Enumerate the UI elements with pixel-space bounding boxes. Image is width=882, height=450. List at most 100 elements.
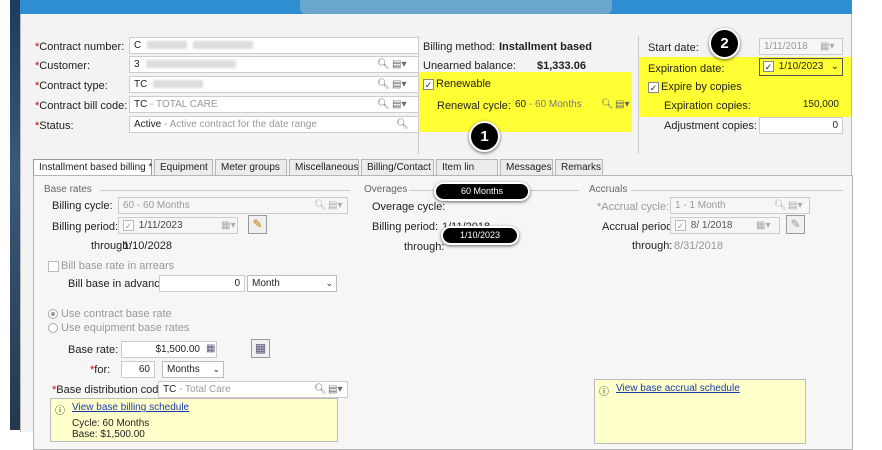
accrual-through-value: 8/31/2018 — [674, 240, 723, 252]
bill-in-advance-field[interactable]: 0 — [159, 275, 245, 292]
check-icon: ✓ — [763, 61, 774, 72]
search-icon[interactable]: 🔍︎ — [601, 99, 614, 110]
contract-bill-code-label: *Contract bill code: — [35, 100, 128, 112]
search-icon[interactable]: 🔍︎ — [774, 200, 787, 211]
contract-type-field[interactable]: TC — [129, 76, 419, 93]
adjustment-copies-label: Adjustment copies: — [664, 120, 757, 132]
billing-period-label: Billing period: — [52, 221, 119, 233]
expiration-copies-label: Expiration copies: — [664, 100, 751, 112]
view-base-billing-schedule-link[interactable]: View base billing schedule — [72, 402, 189, 413]
contract-bill-code-field[interactable]: TC - TOTAL CARE — [129, 96, 419, 113]
lookup-menu-icon[interactable]: ▤▾ — [615, 99, 629, 110]
lookup-menu-icon[interactable]: ▤▾ — [788, 200, 802, 211]
calendar-icon[interactable]: ▦▾ — [820, 41, 834, 52]
check-icon: ✓ — [648, 81, 659, 93]
overage-billing-period-label: Billing period: — [372, 221, 439, 233]
billing-period-field[interactable]: ✓ 1/11/2023 — [118, 217, 238, 234]
search-icon[interactable]: 🔍︎ — [396, 119, 409, 130]
adjustment-copies-field[interactable]: 0 — [759, 117, 843, 134]
search-icon[interactable]: 🔍︎ — [314, 200, 327, 211]
search-icon[interactable]: 🔍︎ — [377, 99, 390, 110]
through-value: 1/10/2028 — [123, 240, 172, 252]
lookup-menu-icon[interactable]: ▤▾ — [392, 59, 406, 70]
base-distribution-code-label: *Base distribution code: — [52, 384, 168, 396]
expire-by-copies-checkbox[interactable]: ✓ Expire by copies — [648, 81, 742, 93]
calendar-icon[interactable]: ▦▾ — [756, 220, 770, 231]
calculator-icon[interactable]: ▦ — [206, 343, 215, 354]
billing-cycle-label: Billing cycle: — [52, 200, 113, 212]
search-icon[interactable]: 🔍︎ — [314, 384, 327, 395]
use-contract-base-rate-radio[interactable]: Use contract base rate — [48, 308, 172, 320]
accruals-title: Accruals — [589, 184, 628, 195]
contract-type-label: *Contract type: — [35, 80, 108, 92]
tab-installment-based-billing[interactable]: Installment based billing * — [33, 159, 152, 176]
check-icon: ✓ — [123, 220, 134, 231]
overages-title: Overages — [364, 184, 408, 195]
accrual-cycle-label: *Accrual cycle: — [597, 201, 670, 213]
overage-cycle-label: Overage cycle: — [372, 201, 446, 213]
expiration-date-field[interactable]: ✓ 1/10/2023 ⌄ — [759, 58, 843, 76]
info-icon: ⓘ — [55, 406, 65, 417]
callout-marker-1: 1 — [469, 121, 500, 152]
start-date-label: Start date: — [648, 42, 699, 54]
tab-messages[interactable]: Messages — [500, 159, 553, 175]
section-divider — [631, 190, 843, 191]
base-billing-schedule-box: ⓘ View base billing schedule Cycle: 60 M… — [50, 398, 338, 442]
base-rate-field[interactable]: $1,500.00 — [121, 341, 217, 358]
search-icon[interactable]: 🔍︎ — [377, 59, 390, 70]
bill-in-advance-label: Bill base in advance: — [68, 278, 169, 290]
unearned-balance-value: $1,333.06 — [537, 60, 586, 72]
accrual-through-label: through: — [632, 240, 673, 252]
billing-method-label: Billing method: — [423, 41, 496, 53]
chevron-down-icon: ⌄ — [212, 364, 220, 374]
lookup-menu-icon[interactable]: ▤▾ — [328, 200, 342, 211]
section-divider — [100, 190, 350, 191]
status-field[interactable]: Active - Active contract for the date ra… — [129, 116, 419, 133]
calendar-icon[interactable]: ▦▾ — [221, 220, 235, 231]
for-unit-select[interactable]: Months ⌄ — [162, 361, 224, 378]
tab-meter-groups[interactable]: Meter groups — [215, 159, 287, 175]
base-rate-label: Base rate: — [68, 344, 119, 356]
view-base-accrual-schedule-link[interactable]: View base accrual schedule — [616, 383, 740, 394]
customer-field[interactable]: 3 — [129, 56, 419, 73]
overage-through-label: through: — [404, 241, 445, 253]
background-window-edge — [10, 0, 20, 430]
contract-window: *Contract number: C *Customer: 3 🔍︎ ▤▾ *… — [20, 14, 853, 450]
renewal-cycle-label: Renewal cycle: — [437, 100, 511, 112]
chevron-down-icon[interactable]: ⌄ — [831, 61, 839, 72]
unearned-balance-label: Unearned balance: — [423, 60, 516, 72]
lookup-menu-icon[interactable]: ▤▾ — [392, 79, 406, 90]
customer-label: *Customer: — [35, 60, 91, 72]
status-label: *Status: — [35, 120, 74, 132]
for-field[interactable]: 60 — [121, 361, 155, 378]
lookup-menu-icon[interactable]: ▤▾ — [392, 99, 406, 110]
lookup-menu-icon[interactable]: ▤▾ — [328, 384, 342, 395]
edit-pencil-icon[interactable]: ✎ — [786, 215, 805, 234]
edit-pencil-icon[interactable]: ✎ — [248, 215, 267, 234]
tab-equipment[interactable]: Equipment — [154, 159, 213, 175]
overage-cycle-value: 60 Months — [434, 182, 530, 201]
renewable-checkbox[interactable]: ✓ Renewable — [423, 78, 491, 90]
bill-in-arrears-checkbox[interactable]: Bill base rate in arrears — [48, 260, 174, 272]
overage-through-value: 1/10/2023 — [441, 226, 519, 245]
schedule-base-text: Base: $1,500.00 — [72, 429, 145, 440]
billing-method-value: Installment based — [499, 41, 592, 53]
base-accrual-schedule-box: ⓘ View base accrual schedule — [594, 379, 806, 444]
for-label: *for: — [90, 364, 111, 376]
accrual-period-label: Accrual period: — [602, 221, 676, 233]
contract-number-field[interactable]: C — [129, 37, 419, 54]
contract-number-label: *Contract number: — [35, 41, 125, 53]
info-icon: ⓘ — [599, 387, 609, 398]
use-equipment-base-rates-radio[interactable]: Use equipment base rates — [48, 322, 189, 334]
search-icon[interactable]: 🔍︎ — [377, 79, 390, 90]
schedule-grid-icon[interactable]: ▦ — [251, 339, 270, 358]
expiration-copies-field[interactable]: 150,000 — [759, 96, 843, 113]
tab-remarks[interactable]: Remarks — [555, 159, 603, 175]
tab-miscellaneous[interactable]: Miscellaneous — [289, 159, 359, 175]
tab-billing-contact[interactable]: Billing/Contact — [361, 159, 434, 175]
base-rates-title: Base rates — [44, 184, 92, 195]
tab-item-lines[interactable]: Item lin — [436, 159, 498, 175]
chevron-down-icon: ⌄ — [325, 278, 333, 288]
advance-unit-select[interactable]: Month ⌄ — [247, 275, 337, 292]
installment-billing-panel: Base rates Billing cycle: 60 - 60 Months… — [33, 175, 853, 450]
